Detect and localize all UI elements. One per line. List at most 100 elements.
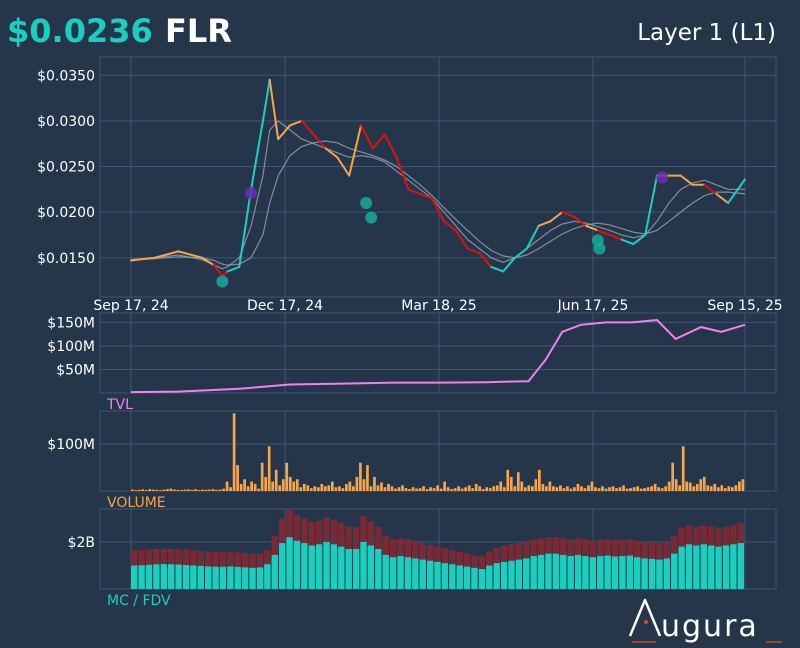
x-tick-label: Dec 17, 24 bbox=[247, 298, 323, 314]
volume-bar bbox=[552, 486, 555, 491]
volume-bar bbox=[720, 485, 724, 491]
moving-average-line bbox=[130, 140, 746, 266]
volume-bar bbox=[481, 489, 485, 491]
price-line-segment bbox=[727, 178, 746, 205]
mc-bar bbox=[204, 566, 212, 589]
volume-bar bbox=[611, 486, 615, 491]
volume-bar bbox=[439, 488, 443, 491]
volume-bar bbox=[639, 488, 643, 491]
mc-bar bbox=[737, 543, 744, 589]
mc-bar bbox=[463, 566, 471, 589]
volume-bar bbox=[629, 488, 632, 491]
volume-bar bbox=[429, 487, 432, 491]
mc-bar bbox=[619, 556, 626, 589]
mc-bar bbox=[264, 564, 271, 589]
volume-bar bbox=[285, 462, 289, 491]
mc-bar bbox=[693, 545, 700, 589]
volume-bar bbox=[702, 476, 706, 491]
y-tick-label: $0.0300 bbox=[37, 114, 95, 130]
mc-bar bbox=[360, 541, 367, 589]
mc-bar bbox=[597, 556, 604, 589]
brand-name: ugura bbox=[661, 609, 759, 644]
mc-bar bbox=[508, 560, 515, 589]
volume-bar bbox=[464, 487, 468, 491]
mc-fdv-label: MC / FDV bbox=[107, 593, 171, 609]
volume-bar bbox=[243, 479, 246, 491]
mc-bar bbox=[315, 544, 323, 589]
volume-bar bbox=[257, 488, 261, 491]
mc-bar bbox=[138, 565, 145, 589]
y-tick-label: $100M bbox=[47, 437, 95, 453]
x-tick-label: Sep 15, 25 bbox=[707, 298, 782, 314]
volume-bar bbox=[730, 487, 734, 491]
mc-bar bbox=[678, 546, 685, 589]
volume-bar bbox=[527, 485, 531, 491]
volume-bar bbox=[587, 485, 590, 491]
price-line-segment bbox=[549, 211, 564, 223]
volume-bar bbox=[436, 485, 439, 491]
mc-bar bbox=[389, 557, 397, 589]
price-line-segment bbox=[490, 265, 505, 273]
volume-bar bbox=[404, 488, 408, 491]
volume-bar bbox=[625, 488, 629, 491]
volume-bar bbox=[173, 489, 176, 491]
price-line-segment bbox=[644, 174, 659, 236]
mc-bar bbox=[352, 549, 360, 589]
volume-bar bbox=[271, 481, 275, 491]
mc-bar bbox=[434, 561, 441, 589]
volume-bar bbox=[548, 481, 552, 491]
mc-bar bbox=[345, 549, 352, 589]
price-line-segment bbox=[620, 238, 635, 246]
volume-bar bbox=[709, 486, 713, 491]
mc-bar bbox=[700, 544, 708, 589]
mc-bar bbox=[493, 563, 500, 589]
volume-bar bbox=[422, 486, 425, 491]
volume-bar bbox=[330, 481, 334, 491]
mc-bar bbox=[500, 561, 508, 589]
volume-bar bbox=[383, 487, 387, 491]
volume-bar bbox=[267, 446, 271, 491]
volume-bar bbox=[678, 485, 682, 491]
mc-bar bbox=[641, 558, 648, 589]
mc-bar bbox=[382, 554, 389, 589]
volume-bar bbox=[597, 488, 601, 491]
mc-bar bbox=[175, 564, 182, 589]
volume-bar bbox=[299, 487, 303, 491]
price-line-segment bbox=[525, 224, 540, 250]
tvl-line bbox=[130, 319, 746, 394]
mc-bar bbox=[278, 543, 286, 589]
mc-bar bbox=[730, 544, 737, 589]
volume-bar bbox=[569, 488, 573, 491]
buy-signal-marker bbox=[216, 275, 229, 288]
y-tick-label: $2B bbox=[68, 535, 95, 551]
mc-bar bbox=[234, 566, 241, 589]
volume-bar bbox=[562, 488, 566, 491]
volume-bar bbox=[401, 485, 404, 491]
volume-bar bbox=[222, 488, 225, 491]
price-line-segment bbox=[300, 119, 315, 136]
mc-bar bbox=[715, 546, 722, 589]
volume-bar bbox=[397, 487, 401, 491]
volume-bar bbox=[537, 469, 541, 491]
volume-bar bbox=[211, 489, 215, 491]
price-axis: Sep 17, 24 Dec 17, 24 Mar 18, 25 Jun 17, 25… bbox=[93, 298, 782, 314]
volume-bar bbox=[425, 489, 429, 491]
x-tick-label: Sep 17, 24 bbox=[93, 298, 168, 314]
volume-bar bbox=[338, 486, 341, 491]
price-line-segment bbox=[442, 220, 457, 232]
price-line-segment bbox=[383, 133, 398, 159]
volume-bar bbox=[418, 488, 422, 491]
volume-bar bbox=[232, 413, 236, 491]
volume-bar bbox=[713, 483, 717, 491]
volume-bar bbox=[716, 487, 720, 491]
volume-bar bbox=[180, 490, 183, 491]
volume-bar bbox=[492, 486, 496, 491]
mc-bar bbox=[145, 564, 153, 589]
volume-bar bbox=[478, 486, 482, 491]
mc-bar bbox=[634, 557, 641, 589]
mc-bar bbox=[685, 544, 693, 589]
mc-bar bbox=[552, 553, 560, 589]
mc-bar bbox=[219, 566, 227, 589]
volume-bar bbox=[281, 479, 285, 491]
mc-bar bbox=[301, 543, 308, 589]
